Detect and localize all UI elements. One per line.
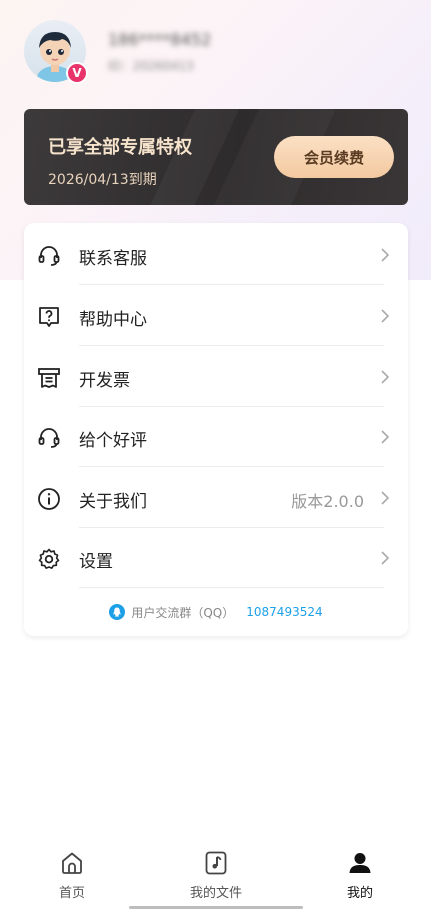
membership-expire-date: 2026/04/13到期 [48,172,157,188]
divider [79,466,384,467]
home-indicator [129,906,303,909]
username: 186****8452 [108,30,212,49]
info-icon [38,488,60,510]
menu-item-settings[interactable]: 设置 [24,528,408,588]
chevron-right-icon [381,309,390,323]
qq-icon [109,604,126,620]
tab-label: 我的 [346,886,373,901]
help-icon [39,307,59,327]
menu-item-help-center[interactable]: 帮助中心 [24,286,408,346]
menu-item-rate-us[interactable]: 给个好评 [24,407,408,467]
menu-item-label: 开发票 [79,371,130,391]
divider [79,284,384,285]
user-id: ID：20260413 [108,59,194,73]
menu-item-label: 给个好评 [79,431,147,451]
qq-group-row[interactable]: 用户交流群（QQ） 1087493524 [24,597,408,627]
menu-item-label: 设置 [79,552,113,572]
qq-group-label: 用户交流群（QQ） [131,605,235,620]
tab-mine[interactable]: 我的 [310,850,410,906]
chevron-right-icon [381,430,390,444]
music-file-icon [205,851,227,875]
invoice-icon [38,368,60,388]
user-icon [349,853,371,873]
chevron-right-icon [381,248,390,262]
menu-item-invoice[interactable]: 开发票 [24,347,408,407]
headset-icon [38,246,60,266]
menu-item-label: 帮助中心 [79,310,147,330]
menu-list: 联系客服 帮助中心 开发票 给个好评 关于我们 版本2.0.0 设置 用户交流群… [24,223,408,636]
vip-badge: V [66,62,88,84]
gear-icon [38,548,60,569]
divider [79,345,384,346]
tab-home[interactable]: 首页 [22,850,122,906]
membership-title: 已享全部专属特权 [48,137,192,158]
tab-my-files[interactable]: 我的文件 [166,850,266,906]
tab-label: 我的文件 [189,886,242,901]
chevron-right-icon [381,551,390,565]
bottom-navigation: 首页 我的文件 我的 [0,836,431,911]
app-version: 版本2.0.0 [291,492,364,511]
tab-label: 首页 [58,886,85,901]
profile-section[interactable]: V 186****8452 ID：20260413 [24,20,404,84]
qq-group-number[interactable]: 1087493524 [246,605,322,619]
renew-membership-button[interactable]: 会员续费 [274,136,394,178]
home-icon [62,852,82,874]
menu-item-about-us[interactable]: 关于我们 版本2.0.0 [24,468,408,528]
chevron-right-icon [381,491,390,505]
divider [79,587,384,588]
chevron-right-icon [381,370,390,384]
headset-icon [38,428,60,448]
membership-card: 已享全部专属特权 2026/04/13到期 会员续费 [24,109,408,205]
menu-item-label: 联系客服 [79,249,147,269]
menu-item-label: 关于我们 [79,492,147,512]
menu-item-customer-service[interactable]: 联系客服 [24,225,408,285]
